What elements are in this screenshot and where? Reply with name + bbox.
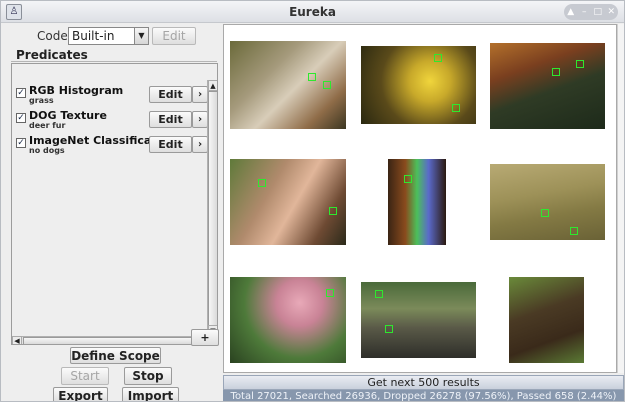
status-bar: Total 27021, Searched 26936, Dropped 262… [223, 390, 624, 401]
predicate-item-dog-texture: ✓ DOG Texture deer fur Edit › [12, 109, 208, 133]
chevron-down-icon[interactable]: ▼ [134, 28, 148, 44]
predicate-item-rgb-histogram: ✓ RGB Histogram grass Edit › [12, 84, 208, 108]
result-grid [223, 24, 617, 373]
stop-button[interactable]: Stop [124, 367, 172, 385]
predicate-vertical-scrollbar[interactable]: ▲ ▼ [207, 80, 217, 337]
result-thumbnail[interactable] [388, 159, 446, 245]
predicate-edit-button[interactable]: Edit [149, 111, 192, 128]
horizontal-scroll-thumb[interactable] [23, 337, 195, 344]
match-patch [576, 60, 584, 68]
match-patch [552, 68, 560, 76]
get-next-results-button[interactable]: Get next 500 results [223, 375, 624, 390]
predicates-divider [11, 61, 217, 62]
predicate-desc: grass [29, 96, 54, 105]
match-patch [434, 54, 442, 62]
left-panel: Codec Built-in ▼ Edit Predicates ✓ RGB H… [1, 23, 221, 401]
predicate-edit-button[interactable]: Edit [149, 136, 192, 153]
codec-value: Built-in [72, 29, 115, 43]
result-thumbnail[interactable] [230, 159, 346, 245]
match-patch [404, 175, 412, 183]
predicate-desc: deer fur [29, 121, 66, 130]
predicate-checkbox[interactable]: ✓ [16, 88, 26, 98]
eureka-window: ♙ Eureka ▲ – □ ✕ Codec Built-in ▼ Edit P… [0, 0, 625, 402]
scroll-up-icon[interactable]: ▲ [208, 80, 217, 91]
result-thumbnail[interactable] [230, 277, 346, 363]
codec-edit-button[interactable]: Edit [152, 27, 196, 45]
codec-select[interactable]: Built-in ▼ [68, 27, 149, 45]
match-patch [326, 289, 334, 297]
vertical-scroll-thumb[interactable] [208, 91, 217, 333]
start-button[interactable]: Start [61, 367, 109, 385]
predicate-desc: no dogs [29, 146, 65, 155]
result-thumbnail[interactable] [230, 41, 346, 129]
window-title: Eureka [289, 5, 336, 19]
match-patch [258, 179, 266, 187]
minimize-icon[interactable]: – [578, 7, 590, 17]
match-patch [452, 104, 460, 112]
result-thumbnail[interactable] [361, 282, 476, 358]
import-button[interactable]: Import [122, 387, 179, 401]
match-patch [308, 73, 316, 81]
add-predicate-button[interactable]: + [191, 329, 219, 346]
predicate-more-button[interactable]: › [192, 111, 208, 128]
predicate-more-button[interactable]: › [192, 86, 208, 103]
result-thumbnail[interactable] [490, 164, 605, 240]
predicate-edit-button[interactable]: Edit [149, 86, 192, 103]
results-scrollbar[interactable] [617, 24, 624, 373]
result-thumbnail[interactable] [361, 46, 476, 124]
predicates-title: Predicates [16, 48, 88, 62]
maximize-icon[interactable]: □ [592, 7, 604, 17]
match-patch [385, 325, 393, 333]
export-button[interactable]: Export [53, 387, 108, 401]
results-panel: Get next 500 results Total 27021, Search… [223, 23, 624, 401]
predicate-checkbox[interactable]: ✓ [16, 138, 26, 148]
match-patch [375, 290, 383, 298]
predicate-horizontal-scrollbar[interactable]: ◀ ▶ [12, 336, 207, 344]
window-controls: ▲ – □ ✕ [564, 4, 618, 20]
title-bar[interactable]: ♙ Eureka ▲ – □ ✕ [1, 1, 624, 23]
predicate-list: ✓ RGB Histogram grass Edit › ✓ DOG Textu… [11, 63, 218, 345]
match-patch [329, 207, 337, 215]
predicate-more-button[interactable]: › [192, 136, 208, 153]
scroll-left-icon[interactable]: ◀ [12, 336, 22, 344]
match-patch [570, 227, 578, 235]
match-patch [541, 209, 549, 217]
close-icon[interactable]: ✕ [605, 7, 617, 17]
match-patch [323, 81, 331, 89]
result-thumbnail[interactable] [490, 43, 605, 129]
predicate-checkbox[interactable]: ✓ [16, 113, 26, 123]
result-thumbnail[interactable] [509, 277, 584, 363]
define-scope-button[interactable]: Define Scope [70, 347, 161, 364]
predicate-item-imagenet-classification: ✓ ImageNet Classification no dogs Edit › [12, 134, 208, 158]
shade-icon[interactable]: ▲ [565, 7, 577, 17]
